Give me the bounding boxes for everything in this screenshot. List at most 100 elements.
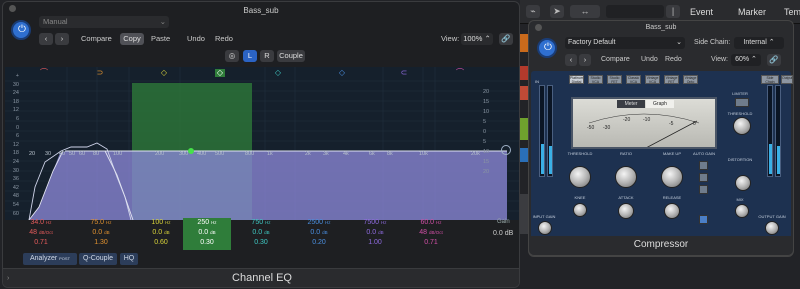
band-3-params[interactable]: 100 Hz 0.0 dB 0.60 bbox=[137, 218, 185, 250]
right-channel-button[interactable]: R bbox=[260, 50, 274, 62]
band-q[interactable]: 0.71 bbox=[17, 238, 65, 248]
band-q[interactable]: 0.20 bbox=[295, 238, 343, 248]
power-button[interactable]: ⏻ bbox=[11, 20, 31, 40]
sidechain-panel-button[interactable]: Side Chain bbox=[761, 75, 779, 84]
band-frequency[interactable]: 750 Hz bbox=[237, 218, 285, 228]
preset-menu[interactable]: Manual ⌄ bbox=[39, 16, 169, 28]
band-q[interactable]: 0.30 bbox=[183, 238, 231, 248]
next-preset-button[interactable]: › bbox=[55, 33, 69, 45]
threshold-knob[interactable] bbox=[569, 166, 591, 188]
circuit-type-button[interactable]: Classic VCA bbox=[626, 75, 641, 84]
band-gain[interactable]: 0.0 dB bbox=[77, 228, 125, 238]
autogain-option-button[interactable] bbox=[699, 185, 708, 194]
attack-knob[interactable] bbox=[618, 203, 634, 219]
band-6-params[interactable]: 2500 Hz 0.0 dB 0.20 bbox=[295, 218, 343, 250]
power-button[interactable]: ⏻ bbox=[537, 38, 557, 58]
band-5-params[interactable]: 750 Hz 0.0 dB 0.30 bbox=[237, 218, 285, 250]
autogain-off-button[interactable] bbox=[699, 173, 708, 182]
band-gain[interactable]: 0.0 dB bbox=[295, 228, 343, 238]
stereo-mode-button[interactable]: ◎ bbox=[225, 50, 239, 62]
snap-icon[interactable]: ↔ bbox=[570, 5, 600, 18]
previous-preset-button[interactable]: ‹ bbox=[39, 33, 53, 45]
distortion-knob[interactable] bbox=[735, 175, 751, 191]
band-frequency[interactable]: 60.0 Hz bbox=[407, 218, 455, 228]
band-q[interactable]: 0.60 bbox=[137, 238, 185, 248]
autogain-toggle[interactable] bbox=[699, 215, 708, 224]
undo-button[interactable]: Undo bbox=[641, 54, 658, 66]
view-zoom-select[interactable]: 100% ⌃ bbox=[461, 33, 493, 45]
band-q[interactable]: 1.00 bbox=[351, 238, 399, 248]
redo-button[interactable]: Redo bbox=[215, 33, 233, 45]
marker-tab[interactable]: Marker bbox=[738, 7, 766, 17]
redo-button[interactable]: Redo bbox=[665, 54, 682, 66]
event-tab[interactable]: Event bbox=[690, 7, 713, 17]
band-gain[interactable]: 48 dB/Oct bbox=[17, 228, 65, 238]
preset-menu[interactable]: Factory Default ⌄ bbox=[565, 37, 685, 49]
band-q[interactable]: 0.30 bbox=[237, 238, 285, 248]
band-q[interactable]: 1.30 bbox=[77, 238, 125, 248]
circuit-type-button[interactable]: Vintage FET bbox=[664, 75, 679, 84]
knee-knob[interactable] bbox=[573, 203, 587, 217]
q-couple-button[interactable]: Q-Couple bbox=[79, 253, 117, 265]
makeup-knob[interactable] bbox=[661, 166, 683, 188]
band-8-params[interactable]: 60.0 Hz 48 dB/Oct 0.71 bbox=[407, 218, 455, 250]
gain-knob[interactable] bbox=[501, 145, 511, 155]
band-frequency[interactable]: 250 Hz bbox=[183, 218, 231, 228]
link-button[interactable]: 🔗 bbox=[499, 33, 513, 45]
ratio-knob[interactable] bbox=[615, 166, 637, 188]
link-button[interactable]: 🔗 bbox=[767, 54, 781, 66]
limiter-switch[interactable] bbox=[735, 98, 749, 107]
limiter-threshold-knob[interactable] bbox=[733, 117, 751, 135]
compare-button[interactable]: Compare bbox=[601, 54, 630, 66]
band-q[interactable]: 0.71 bbox=[407, 238, 455, 248]
mix-knob[interactable] bbox=[735, 204, 749, 218]
band-frequency[interactable]: 2500 Hz bbox=[295, 218, 343, 228]
circuit-type-button[interactable]: Vintage Opto bbox=[683, 75, 698, 84]
gain-value[interactable]: 0.0 dB bbox=[493, 230, 513, 237]
band-gain[interactable]: 0.0 dB bbox=[351, 228, 399, 238]
zoom-slider[interactable] bbox=[606, 5, 664, 18]
band-4-params[interactable]: 250 Hz 0.0 dB 0.30 bbox=[183, 218, 231, 250]
limiter-label: LIMITER bbox=[732, 91, 748, 96]
output-panel-button[interactable]: Output bbox=[781, 75, 793, 84]
band-frequency[interactable]: 75.0 Hz bbox=[77, 218, 125, 228]
hq-button[interactable]: HQ bbox=[120, 253, 138, 265]
compare-button[interactable]: Compare bbox=[81, 33, 112, 45]
band-gain[interactable]: 0.0 dB bbox=[137, 228, 185, 238]
analyzer-button[interactable]: Analyzer POST bbox=[23, 253, 77, 265]
band-frequency[interactable]: 7500 Hz bbox=[351, 218, 399, 228]
cursor-icon[interactable]: ➤ bbox=[550, 5, 564, 18]
release-knob[interactable] bbox=[664, 203, 680, 219]
autogain-on-button[interactable] bbox=[699, 161, 708, 170]
next-preset-button[interactable]: › bbox=[579, 54, 591, 66]
distortion-label: DISTORTION bbox=[727, 157, 753, 162]
catch-icon[interactable]: ⌁ bbox=[526, 5, 540, 18]
band-7-params[interactable]: 7500 Hz 0.0 dB 1.00 bbox=[351, 218, 399, 250]
sidechain-select[interactable]: Internal ⌃ bbox=[734, 37, 784, 49]
band-gain[interactable]: 0.0 dB bbox=[183, 228, 231, 238]
circuit-type-button[interactable]: Vintage VCA bbox=[645, 75, 660, 84]
left-channel-button[interactable]: L bbox=[243, 50, 257, 62]
view-zoom-select[interactable]: 60% ⌃ bbox=[731, 54, 761, 66]
circuit-type-button[interactable]: Studio FET bbox=[607, 75, 622, 84]
waveform-zoom-icon[interactable]: | bbox=[666, 5, 680, 18]
band-frequency[interactable]: 100 Hz bbox=[137, 218, 185, 228]
paste-button[interactable]: Paste bbox=[151, 33, 170, 45]
view-zoom-value: 100% bbox=[463, 34, 483, 43]
circuit-type-button[interactable]: Platinum Digital bbox=[569, 75, 584, 84]
band-1-params[interactable]: 34.0 Hz 48 dB/Oct 0.71 bbox=[17, 218, 65, 250]
band-2-params[interactable]: 75.0 Hz 0.0 dB 1.30 bbox=[77, 218, 125, 250]
tempo-tab[interactable]: Temp bbox=[784, 7, 800, 17]
copy-button[interactable]: Copy bbox=[120, 33, 144, 45]
circuit-type-button[interactable]: Studio VCA bbox=[588, 75, 603, 84]
eq-graph[interactable]: +30 24 18 12 6 0 6 12 18 24 30 36 42 48 54 60 20 15 10 5 0 5… bbox=[5, 67, 519, 220]
compressor-footer: Compressor bbox=[528, 236, 794, 256]
band-gain[interactable]: 48 dB/Oct bbox=[407, 228, 455, 238]
band-gain[interactable]: 0.0 dB bbox=[237, 228, 285, 238]
undo-button[interactable]: Undo bbox=[187, 33, 205, 45]
output-gain-knob[interactable] bbox=[765, 221, 779, 235]
band-frequency[interactable]: 34.0 Hz bbox=[17, 218, 65, 228]
couple-button[interactable]: Couple bbox=[277, 50, 305, 62]
previous-preset-button[interactable]: ‹ bbox=[565, 54, 577, 66]
input-gain-knob[interactable] bbox=[538, 221, 552, 235]
